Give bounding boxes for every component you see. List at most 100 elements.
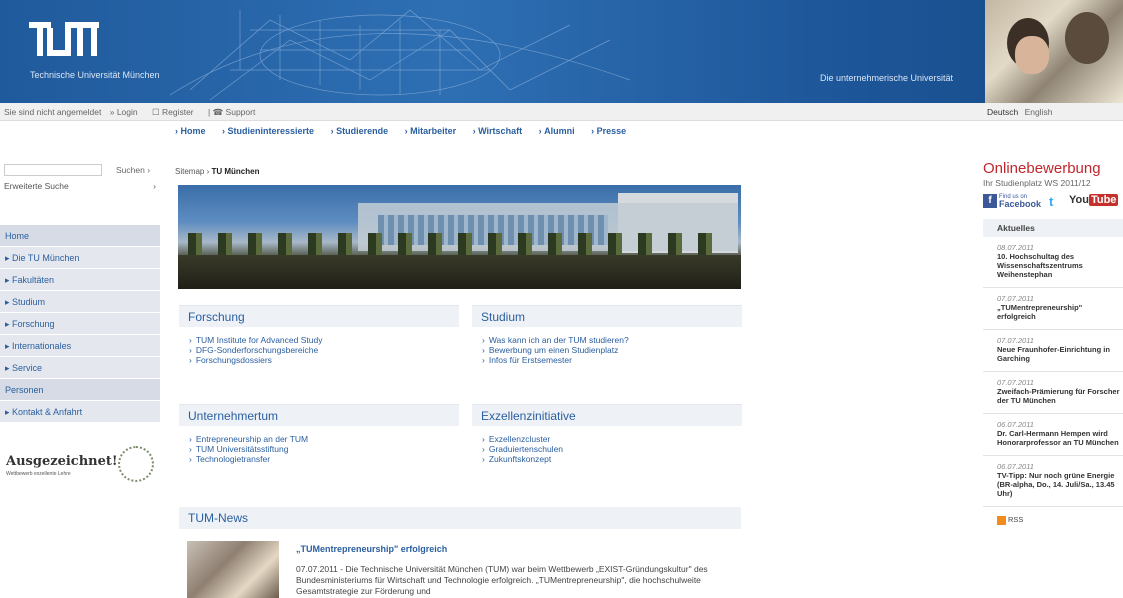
- nav-label: Home: [180, 126, 206, 136]
- news-list-item[interactable]: 06.07.2011 TV-Tipp: Nur noch grüne Energ…: [983, 462, 1123, 507]
- panel-link[interactable]: Technologietransfer: [189, 454, 459, 464]
- panel-link[interactable]: Entrepreneurship an der TUM: [189, 434, 459, 444]
- breadcrumb: Sitemap › TU München: [175, 167, 260, 176]
- sidebar-item-forschung[interactable]: ▸ Forschung: [0, 313, 160, 335]
- panel-title[interactable]: Exzellenzinitiative: [472, 404, 742, 426]
- sidebar-item-label: Personen: [5, 385, 44, 395]
- twitter-icon[interactable]: t: [1049, 194, 1053, 209]
- panel-title[interactable]: Forschung: [179, 305, 459, 327]
- news-list-item[interactable]: 07.07.2011 Neue Fraunhofer-Einrichtung i…: [983, 336, 1123, 372]
- social-links: f Find us on Facebook t You Tube: [983, 194, 1123, 214]
- panel-unternehmertum: Unternehmertum Entrepreneurship an der T…: [179, 404, 459, 464]
- nav-studierende[interactable]: › Studierende: [331, 126, 389, 136]
- search-input[interactable]: [4, 164, 102, 176]
- news-item-title: Dr. Carl-Hermann Hempen wird Honorarprof…: [997, 429, 1119, 447]
- sidebar-item-label: Die TU München: [12, 253, 80, 263]
- youtube-tube: Tube: [1088, 194, 1119, 206]
- news-thumbnail[interactable]: [187, 541, 279, 598]
- lang-english[interactable]: English: [1025, 107, 1053, 117]
- nav-home[interactable]: › Home: [175, 126, 206, 136]
- news-date: 06.07.2011: [997, 462, 1034, 471]
- sidebar-item-die-tu-muenchen[interactable]: ▸ Die TU München: [0, 247, 160, 269]
- advanced-search-link[interactable]: Erweiterte Suche ›: [4, 181, 156, 191]
- news-list-item[interactable]: 07.07.2011 Zweifach-Prämierung für Forsc…: [983, 378, 1123, 414]
- search-button[interactable]: Suchen ›: [116, 165, 150, 175]
- login-status: Sie sind nicht angemeldet: [4, 107, 102, 117]
- news-list-item[interactable]: 06.07.2011 Dr. Carl-Hermann Hempen wird …: [983, 420, 1123, 456]
- nav-label: Mitarbeiter: [410, 126, 457, 136]
- lang-deutsch[interactable]: Deutsch: [987, 107, 1018, 117]
- sidebar-item-personen[interactable]: Personen: [0, 379, 160, 401]
- online-application-title[interactable]: Onlinebewerbung: [983, 160, 1123, 177]
- panel-link[interactable]: Graduiertenschulen: [482, 444, 742, 454]
- tum-news: TUM-News „TUMentrepreneurship" erfolgrei…: [179, 507, 741, 598]
- news-date: 06.07.2011: [997, 420, 1034, 429]
- sidebar-item-kontakt[interactable]: ▸ Kontakt & Anfahrt: [0, 401, 160, 423]
- panel-title[interactable]: Unternehmertum: [179, 404, 459, 426]
- sidebar-item-service[interactable]: ▸ Service: [0, 357, 160, 379]
- news-date: 08.07.2011: [997, 243, 1034, 252]
- nav-label: Studierende: [336, 126, 389, 136]
- panel-link[interactable]: TUM Universitätsstiftung: [189, 444, 459, 454]
- panel-link[interactable]: Infos für Erstsemester: [482, 355, 742, 365]
- news-list-item[interactable]: 07.07.2011 „TUMentrepreneurship" erfolgr…: [983, 294, 1123, 330]
- award-badge[interactable]: Ausgezeichnet! Wettbewerb exzellente Leh…: [6, 446, 156, 494]
- news-item-title: TV-Tipp: Nur noch grüne Energie (BR-alph…: [997, 471, 1115, 498]
- nav-label: Wirtschaft: [478, 126, 523, 136]
- panel-link[interactable]: TUM Institute for Advanced Study: [189, 335, 459, 345]
- register-label: Register: [161, 107, 194, 117]
- rss-link[interactable]: RSS: [983, 515, 1123, 525]
- panel-link[interactable]: Was kann ich an der TUM studieren?: [482, 335, 742, 345]
- sidebar-item-internationales[interactable]: ▸ Internationales: [0, 335, 160, 357]
- sidebar-item-label: Internationales: [12, 341, 72, 351]
- news-date: 07.07.2011: [997, 336, 1034, 345]
- rss-label: RSS: [1008, 515, 1024, 524]
- top-navigation: › Home › Studieninteressierte › Studiere…: [175, 126, 640, 136]
- panel-link[interactable]: Bewerbung um einen Studienplatz: [482, 345, 742, 355]
- support-label: Support: [225, 107, 256, 117]
- advanced-search-label: Erweiterte Suche: [4, 181, 69, 191]
- nav-presse[interactable]: › Presse: [591, 126, 626, 136]
- news-item-title: „TUMentrepreneurship" erfolgreich: [997, 303, 1083, 321]
- tum-logo-mark: [29, 22, 99, 56]
- sidebar-item-label: Fakultäten: [12, 275, 55, 285]
- breadcrumb-root[interactable]: Sitemap: [175, 167, 204, 176]
- panel-title[interactable]: Studium: [472, 305, 742, 327]
- panel-link[interactable]: DFG-Sonderforschungsbereiche: [189, 345, 459, 355]
- rss-icon: [997, 515, 1006, 525]
- sidebar-nav: Home ▸ Die TU München ▸ Fakultäten ▸ Stu…: [0, 225, 160, 423]
- news-list-item[interactable]: 08.07.2011 10. Hochschultag des Wissensc…: [983, 243, 1123, 288]
- sidebar-item-label: Forschung: [12, 319, 55, 329]
- panel-link[interactable]: Zukunftskonzept: [482, 454, 742, 464]
- youtube-icon[interactable]: You Tube: [1069, 194, 1119, 206]
- sidebar-item-studium[interactable]: ▸ Studium: [0, 291, 160, 313]
- nav-studieninteressierte[interactable]: › Studieninteressierte: [222, 126, 314, 136]
- sidebar-item-home[interactable]: Home: [0, 225, 160, 247]
- login-label: Login: [116, 107, 138, 117]
- panel-link[interactable]: Forschungsdossiers: [189, 355, 459, 365]
- campus-hero-image: [178, 185, 741, 289]
- nav-alumni[interactable]: › Alumni: [539, 126, 575, 136]
- tum-logo[interactable]: [29, 22, 99, 58]
- register-link[interactable]: ☐ Register: [152, 107, 200, 117]
- facebook-icon[interactable]: f: [983, 194, 997, 208]
- nav-label: Alumni: [544, 126, 575, 136]
- youtube-you: You: [1069, 194, 1089, 206]
- login-link[interactable]: » Login: [110, 107, 144, 117]
- support-link[interactable]: | ☎ Support: [208, 107, 261, 117]
- news-heading: TUM-News: [179, 507, 741, 529]
- slogan: Die unternehmerische Universität: [820, 73, 954, 83]
- news-item-title: Zweifach-Prämierung für Forscher der TU …: [997, 387, 1120, 405]
- panel-link[interactable]: Exzellenzcluster: [482, 434, 742, 444]
- nav-mitarbeiter[interactable]: › Mitarbeiter: [405, 126, 457, 136]
- university-name: Technische Universität München: [30, 70, 160, 80]
- news-date: 07.07.2011: [997, 378, 1034, 387]
- nav-wirtschaft[interactable]: › Wirtschaft: [473, 126, 522, 136]
- sidebar-item-fakultaeten[interactable]: ▸ Fakultäten: [0, 269, 160, 291]
- sidebar-item-label: Home: [5, 231, 30, 241]
- news-title[interactable]: „TUMentrepreneurship" erfolgreich: [296, 544, 447, 554]
- news-item-title: Neue Fraunhofer-Einrichtung in Garching: [997, 345, 1110, 363]
- banner-line-graphic: [169, 9, 631, 101]
- nav-label: Presse: [596, 126, 627, 136]
- facebook-link[interactable]: Find us on Facebook: [999, 194, 1041, 210]
